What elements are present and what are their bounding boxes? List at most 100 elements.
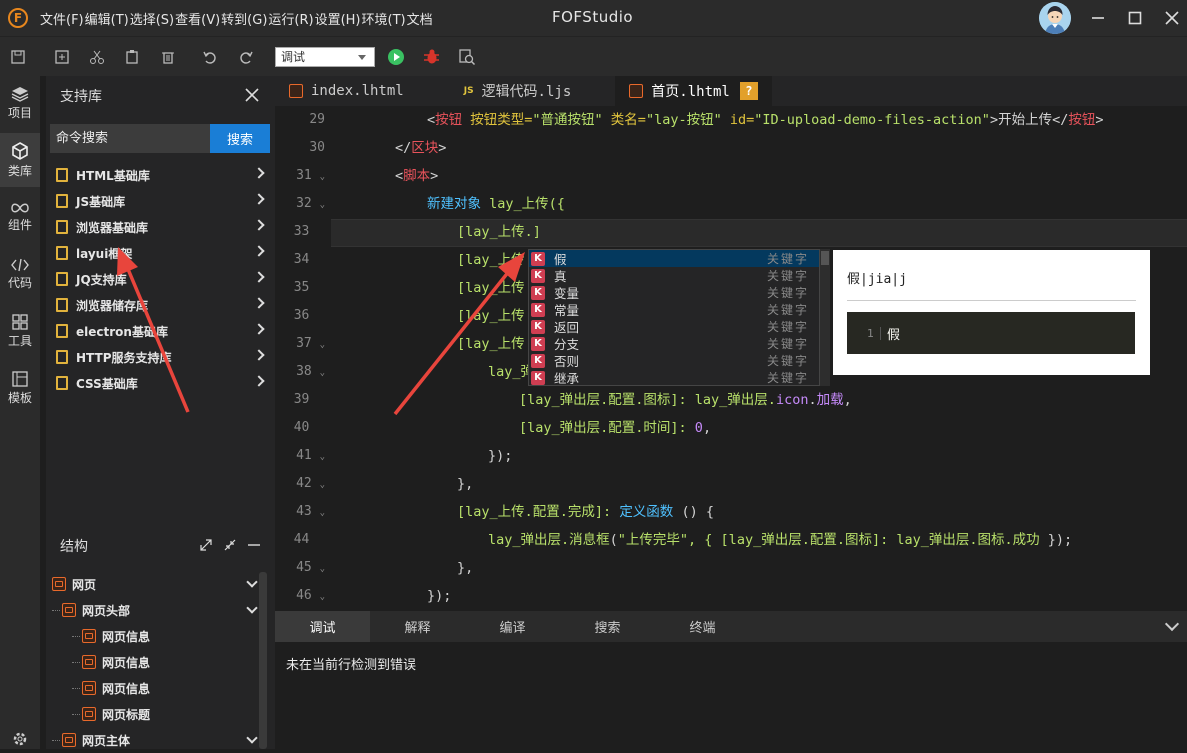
- menu-file[interactable]: 文件(F): [40, 9, 84, 28]
- minus-icon[interactable]: [247, 538, 261, 552]
- mode-select[interactable]: 调试: [275, 47, 375, 67]
- library-item[interactable]: HTML基础库: [50, 162, 275, 188]
- fold-icon[interactable]: ⌄: [320, 172, 325, 182]
- template-icon: [12, 370, 28, 387]
- run-icon[interactable]: [386, 47, 406, 67]
- tree-node[interactable]: 网页主体: [50, 727, 260, 753]
- tab-compile[interactable]: 编译: [465, 611, 560, 642]
- search-button[interactable]: 搜索: [210, 124, 270, 153]
- library-item[interactable]: 浏览器储存库: [50, 292, 275, 318]
- menu-run[interactable]: 运行(R): [268, 9, 313, 28]
- activity-library[interactable]: 类库: [0, 133, 40, 187]
- delete-icon[interactable]: [158, 47, 178, 67]
- tab-search[interactable]: 搜索: [560, 611, 655, 642]
- tree-node[interactable]: 网页信息: [50, 675, 260, 701]
- autocomplete-item[interactable]: K 继承 关键字: [529, 369, 819, 386]
- fold-icon[interactable]: ⌄: [320, 452, 325, 462]
- expand-icon[interactable]: [199, 538, 213, 552]
- code-line-current[interactable]: [lay_上传.]: [331, 218, 541, 246]
- autocomplete-item[interactable]: K 假关键字: [529, 250, 819, 267]
- tree-node[interactable]: 网页头部: [50, 597, 260, 623]
- fold-icon[interactable]: ⌄: [320, 368, 325, 378]
- activity-tools[interactable]: 工具: [0, 304, 40, 358]
- structure-scrollbar[interactable]: [259, 572, 267, 749]
- find-icon[interactable]: [457, 47, 477, 67]
- line-number-text: 37: [296, 336, 312, 351]
- tab-interpret[interactable]: 解释: [370, 611, 465, 642]
- autocomplete-item[interactable]: K 否则 关键字: [529, 352, 819, 369]
- activity-project[interactable]: 项目: [0, 76, 40, 130]
- tree-node[interactable]: 网页信息: [50, 623, 260, 649]
- library-item[interactable]: electron基础库: [50, 318, 275, 344]
- menu-environment[interactable]: 环境(T): [362, 9, 406, 28]
- autocomplete-scrollbar[interactable]: [820, 249, 830, 386]
- unsaved-badge[interactable]: ?: [739, 82, 758, 100]
- doc-line-number: 1: [867, 326, 881, 340]
- fold-icon[interactable]: ⌄: [320, 564, 325, 574]
- autocomplete-item[interactable]: K 真关键字: [529, 267, 819, 284]
- library-item[interactable]: layui框架: [50, 240, 275, 266]
- library-item[interactable]: JS基础库: [50, 188, 275, 214]
- fold-icon[interactable]: ⌄: [320, 508, 325, 518]
- autocomplete-item[interactable]: K 返回 关键字: [529, 318, 819, 335]
- tab-debug[interactable]: 调试: [275, 611, 370, 642]
- new-file-icon[interactable]: [52, 47, 72, 67]
- code-line: },: [457, 560, 474, 576]
- fold-icon[interactable]: ⌄: [320, 592, 325, 602]
- debug-icon[interactable]: [422, 47, 442, 67]
- autocomplete-item[interactable]: K 变量 关键字: [529, 284, 819, 301]
- html-file-icon: [629, 84, 644, 98]
- html-file-icon: [62, 603, 76, 617]
- fold-icon[interactable]: ⌄: [320, 200, 325, 210]
- tree-node[interactable]: 网页标题: [50, 701, 260, 727]
- activity-components[interactable]: 组件: [0, 190, 40, 244]
- chevron-right-icon: [253, 297, 265, 309]
- activity-code[interactable]: 代码: [0, 247, 40, 301]
- code-line: [lay_弹出层.配置.图标]: lay_弹出层.icon.加载,: [331, 386, 852, 414]
- library-item[interactable]: HTTP服务支持库: [50, 344, 275, 370]
- fold-icon[interactable]: ⌄: [320, 340, 325, 350]
- collapse-icon[interactable]: [223, 538, 237, 552]
- tab-home-lhtml[interactable]: 首页.lhtml?: [615, 76, 772, 106]
- chevron-down-icon[interactable]: [1164, 616, 1180, 632]
- user-avatar[interactable]: [1039, 2, 1071, 34]
- autocomplete-type: 关键字: [766, 320, 809, 334]
- code-token: 图标: [643, 392, 671, 408]
- library-item[interactable]: CSS基础库: [50, 370, 275, 396]
- minimize-icon[interactable]: [1086, 6, 1110, 30]
- tab-index-lhtml[interactable]: index.lhtml: [275, 76, 418, 106]
- menu-docs[interactable]: 文档: [407, 9, 433, 28]
- command-search-input[interactable]: 命令搜索: [50, 124, 210, 153]
- autocomplete-item[interactable]: K 分支 关键字: [529, 335, 819, 352]
- undo-icon[interactable]: [200, 47, 220, 67]
- bottom-panel-tabs: 调试 解释 编译 搜索 终端: [275, 611, 1187, 642]
- cut-icon[interactable]: [87, 47, 107, 67]
- menu-settings[interactable]: 设置(H): [315, 9, 361, 28]
- redo-icon[interactable]: [236, 47, 256, 67]
- menu-edit[interactable]: 编辑(T): [85, 9, 129, 28]
- maximize-icon[interactable]: [1123, 6, 1147, 30]
- chevron-down-icon: [246, 602, 258, 614]
- tab-logic-ljs[interactable]: JS 逻辑代码.ljs: [418, 76, 586, 106]
- line-number-text: 32: [296, 196, 312, 211]
- settings-gear-icon[interactable]: [0, 731, 40, 749]
- autocomplete-item[interactable]: K 常量 关键字: [529, 301, 819, 318]
- paste-icon[interactable]: [122, 47, 142, 67]
- library-item[interactable]: JQ支持库: [50, 266, 275, 292]
- activity-templates[interactable]: 模板: [0, 361, 40, 415]
- structure-tools: [199, 538, 261, 552]
- tab-terminal[interactable]: 终端: [655, 611, 750, 642]
- menu-goto[interactable]: 转到(G): [221, 9, 267, 28]
- library-item[interactable]: 浏览器基础库: [50, 214, 275, 240]
- fold-icon[interactable]: ⌄: [320, 480, 325, 490]
- code-token: 完成: [567, 504, 595, 520]
- close-icon[interactable]: [243, 86, 261, 104]
- save-icon[interactable]: [8, 47, 28, 67]
- html-file-icon: [289, 84, 303, 98]
- menu-view[interactable]: 查看(V): [175, 9, 220, 28]
- tree-node[interactable]: 网页信息: [50, 649, 260, 675]
- tree-node[interactable]: 网页: [50, 571, 260, 597]
- book-icon: [56, 194, 68, 208]
- menu-select[interactable]: 选择(S): [130, 9, 174, 28]
- close-window-icon[interactable]: [1160, 6, 1184, 30]
